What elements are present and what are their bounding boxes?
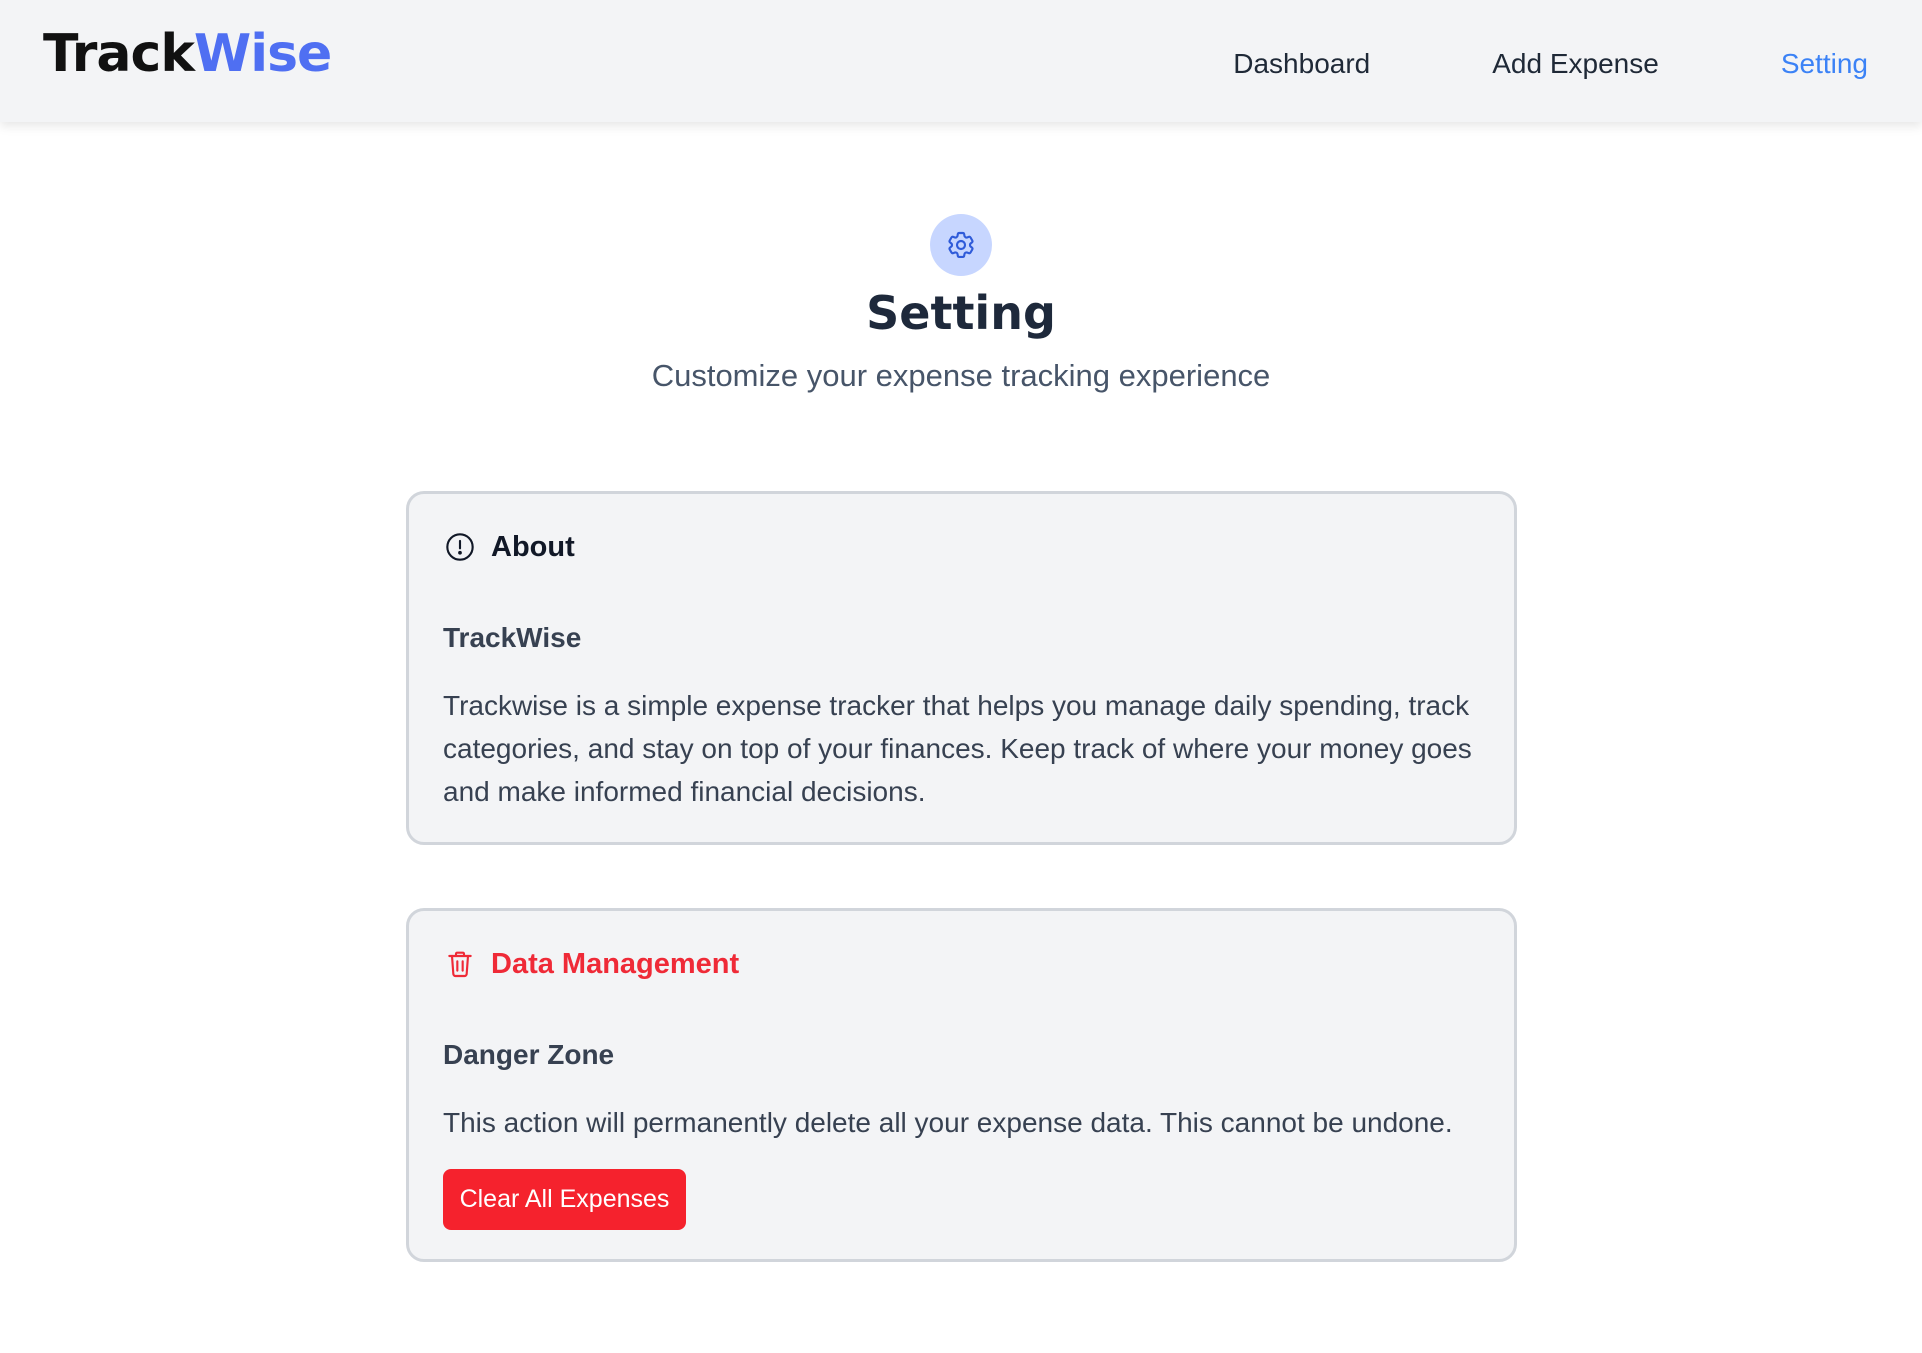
data-management-heading: Data Management bbox=[491, 947, 740, 980]
nav-link-dashboard[interactable]: Dashboard bbox=[1233, 50, 1370, 78]
main-nav: Dashboard Add Expense Setting bbox=[1233, 50, 1868, 78]
clear-all-expenses-button[interactable]: Clear All Expenses bbox=[443, 1169, 686, 1230]
page-subtitle: Customize your expense tracking experien… bbox=[651, 358, 1271, 393]
gear-icon bbox=[948, 231, 974, 259]
page-title: Setting bbox=[866, 286, 1056, 340]
nav-link-add-expense[interactable]: Add Expense bbox=[1492, 50, 1659, 78]
danger-zone-warning: This action will permanently delete all … bbox=[443, 1107, 1453, 1138]
about-app-name: TrackWise bbox=[443, 622, 582, 653]
about-heading: About bbox=[491, 530, 575, 563]
app-logo[interactable]: TrackWise bbox=[43, 28, 332, 80]
info-circle-icon bbox=[443, 530, 477, 564]
nav-link-setting[interactable]: Setting bbox=[1781, 50, 1868, 78]
trash-icon bbox=[443, 947, 477, 981]
data-management-header: Data Management bbox=[443, 947, 739, 981]
about-card: About TrackWise Trackwise is a simple ex… bbox=[406, 491, 1517, 845]
data-management-card: Data Management Danger Zone This action … bbox=[406, 908, 1517, 1262]
top-navbar: TrackWise Dashboard Add Expense Setting bbox=[0, 0, 1922, 122]
page-icon-badge bbox=[930, 214, 992, 276]
about-card-header: About bbox=[443, 530, 575, 564]
logo-text-wise: Wise bbox=[193, 24, 332, 84]
logo-text-track: Track bbox=[43, 24, 195, 84]
about-description: Trackwise is a simple expense tracker th… bbox=[443, 690, 1472, 807]
danger-zone-heading: Danger Zone bbox=[443, 1039, 615, 1070]
